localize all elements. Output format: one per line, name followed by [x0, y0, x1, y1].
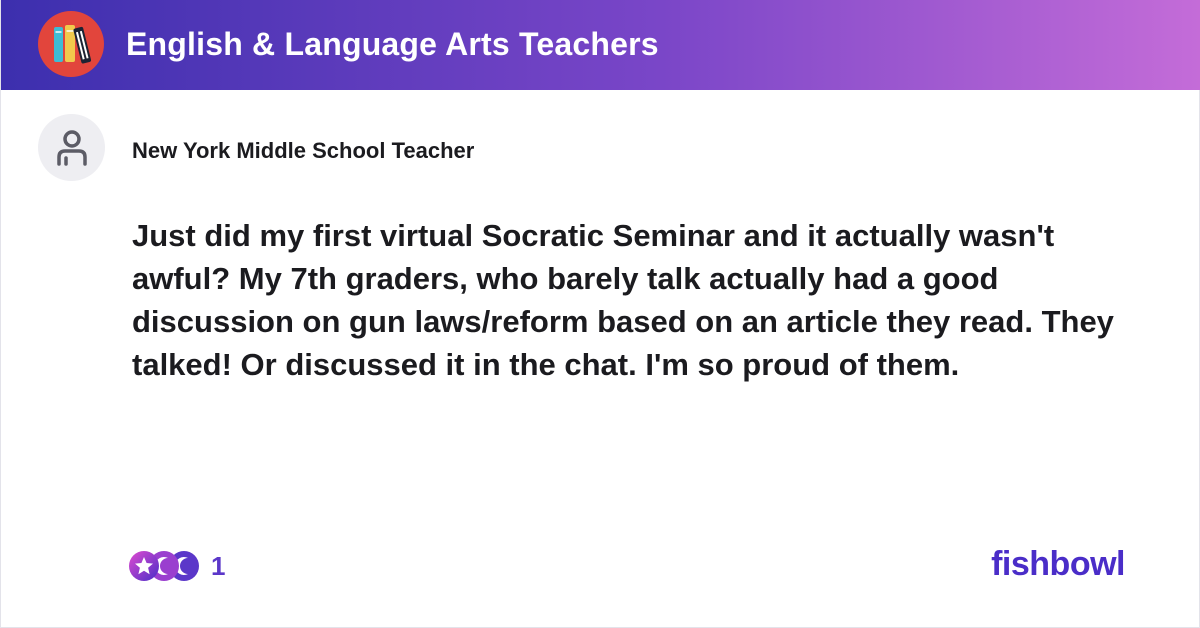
post-card[interactable]: English & Language Arts Teachers New Yor… [0, 0, 1200, 628]
user-icon [56, 129, 87, 166]
post-text: Just did my first virtual Socratic Semin… [132, 218, 1114, 382]
avatar[interactable] [38, 114, 105, 181]
author-name[interactable]: New York Middle School Teacher [132, 139, 474, 163]
bowl-title[interactable]: English & Language Arts Teachers [126, 24, 659, 64]
fishbowl-logo[interactable]: fishbowl [991, 544, 1125, 584]
books-icon [38, 11, 104, 77]
reaction-count[interactable]: 1 [211, 551, 225, 581]
star-reaction-icon [129, 551, 159, 581]
bowl-header[interactable]: English & Language Arts Teachers [1, 0, 1200, 90]
reactions[interactable]: 1 [129, 549, 225, 583]
reaction-icons [129, 549, 201, 583]
